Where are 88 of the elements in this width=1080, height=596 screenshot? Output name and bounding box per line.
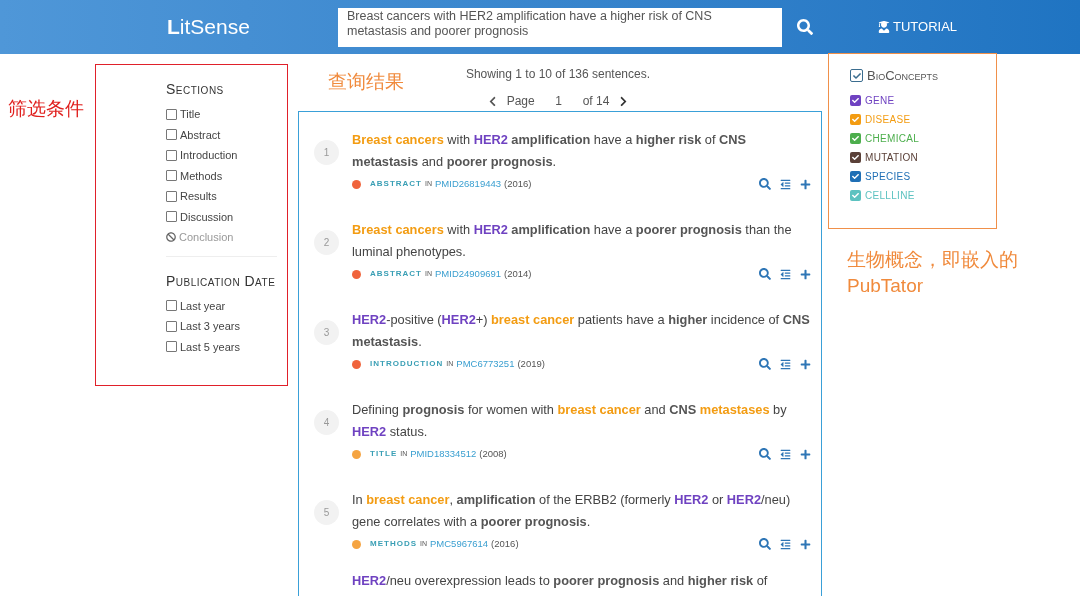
graduate-icon	[878, 21, 890, 33]
page-label: Page	[506, 93, 535, 110]
checkbox[interactable]	[850, 133, 861, 144]
search-icon	[797, 19, 813, 35]
concept-label[interactable]: MUTATION	[865, 150, 919, 165]
check-icon	[852, 71, 861, 80]
check-icon	[852, 135, 859, 142]
filter-label[interactable]: Introduction	[180, 147, 238, 164]
search-icon[interactable]	[759, 358, 771, 371]
plus-icon[interactable]	[800, 538, 811, 550]
filter-label[interactable]: Results	[180, 188, 217, 205]
filter-label[interactable]: Last year	[180, 297, 226, 314]
checkbox[interactable]	[850, 152, 861, 163]
filter-label[interactable]: Last 5 years	[180, 338, 240, 355]
checkbox[interactable]	[166, 300, 177, 312]
outdent-icon[interactable]	[780, 178, 791, 190]
filter-label[interactable]: Abstract	[180, 126, 221, 143]
previous-page-icon[interactable]	[487, 95, 497, 107]
checkbox[interactable]	[850, 190, 861, 201]
result-number: 2	[314, 230, 339, 255]
check-icon	[852, 173, 859, 180]
outdent-icon[interactable]	[780, 358, 791, 370]
search-field[interactable]: Breast cancers with HER2 amplification have a higher risk of CNS metastasis and poorer prognosis	[338, 7, 782, 47]
filter-label[interactable]: Last 3 years	[180, 318, 240, 335]
result-number: 3	[314, 320, 339, 345]
plus-icon[interactable]	[800, 178, 811, 190]
annotation-text: 筛选条件	[8, 98, 84, 119]
plus-icon[interactable]	[800, 448, 811, 460]
sentence-text: HER2/neu overexpression leads to poorer prognosis and higher risk of	[352, 573, 769, 588]
bioconcepts-heading: BioConcepts	[867, 67, 939, 85]
checkbox[interactable]	[166, 190, 177, 202]
annotation-text: 查询结果	[328, 71, 404, 92]
search-icon[interactable]	[759, 268, 771, 281]
checkbox[interactable]	[166, 129, 177, 141]
result-number: 1	[314, 140, 339, 165]
outdent-icon[interactable]	[780, 268, 791, 280]
check-icon	[852, 97, 859, 104]
checkbox[interactable]	[166, 108, 177, 120]
outdent-icon[interactable]	[780, 538, 791, 550]
sentence-text: HER2-positive (HER2+) breast cancer patients have a higher incidence of CNS metastasis.	[352, 311, 811, 351]
page-input[interactable]: 1	[544, 92, 573, 110]
filter-label[interactable]: Title	[180, 106, 201, 123]
concept-label[interactable]: SPECIES	[865, 169, 911, 184]
sentence-text: Defining prognosis for women with breast cancer and CNS metastases by HER2 status.	[352, 401, 788, 441]
outdent-icon[interactable]	[780, 448, 791, 460]
search-icon[interactable]	[759, 448, 771, 461]
section-label: ABSTRACT	[370, 268, 422, 281]
plus-icon[interactable]	[800, 268, 811, 280]
annotation-text: 生物概念，即嵌入的 PubTator	[847, 248, 1019, 298]
checkbox[interactable]	[850, 114, 861, 125]
checkbox[interactable]	[166, 170, 177, 182]
year-text: (2008)	[479, 447, 507, 461]
checkbox[interactable]	[850, 95, 861, 106]
concept-label[interactable]: GENE	[865, 93, 895, 108]
section-label: TITLE	[370, 448, 398, 461]
year-text: (2019)	[517, 357, 545, 371]
section-label: METHODS	[370, 538, 417, 551]
check-icon	[852, 154, 859, 161]
year-text: (2014)	[504, 267, 532, 281]
section-label: ABSTRACT	[370, 178, 422, 191]
search-icon[interactable]	[759, 538, 771, 551]
checkbox[interactable]	[850, 171, 861, 182]
filter-label[interactable]: Discussion	[180, 208, 234, 225]
result-number: 4	[314, 410, 339, 435]
search-icon[interactable]	[759, 178, 771, 191]
section-label: INTRODUCTION	[370, 358, 444, 371]
checkbox[interactable]	[850, 69, 863, 83]
results-summary: Showing 1 to 10 of 136 sentences.	[465, 66, 651, 83]
page-total: of 14	[582, 93, 610, 110]
year-text: (2016)	[504, 177, 532, 191]
sentence-text: Breast cancers with HER2 amplification have a higher risk of CNS metastasis and poorer prognosis.	[352, 131, 748, 171]
year-text: (2016)	[491, 537, 519, 551]
search-button[interactable]	[795, 17, 815, 37]
checkbox[interactable]	[166, 211, 177, 223]
result-number: 5	[314, 500, 339, 525]
tutorial-button[interactable]: TUTORIAL	[878, 17, 958, 37]
checkbox[interactable]	[166, 341, 177, 353]
filter-label[interactable]: Methods	[180, 167, 223, 184]
checkbox[interactable]	[166, 320, 177, 332]
checkbox[interactable]	[166, 149, 177, 161]
sentence-text: In breast cancer, amplification of the ERBB2 (formerly HER2 or HER2/neu) gene correlates with a poorer prognosis.	[352, 491, 792, 531]
plus-icon[interactable]	[800, 358, 811, 370]
check-icon	[852, 192, 859, 199]
section-heading: Sections	[166, 80, 225, 99]
check-icon	[852, 116, 859, 123]
sentence-text: Breast cancers with HER2 amplification have a poorer prognosis than the luminal phenotypes.	[352, 221, 793, 261]
section-heading: Publication Date	[166, 271, 277, 291]
next-page-icon[interactable]	[619, 95, 629, 107]
